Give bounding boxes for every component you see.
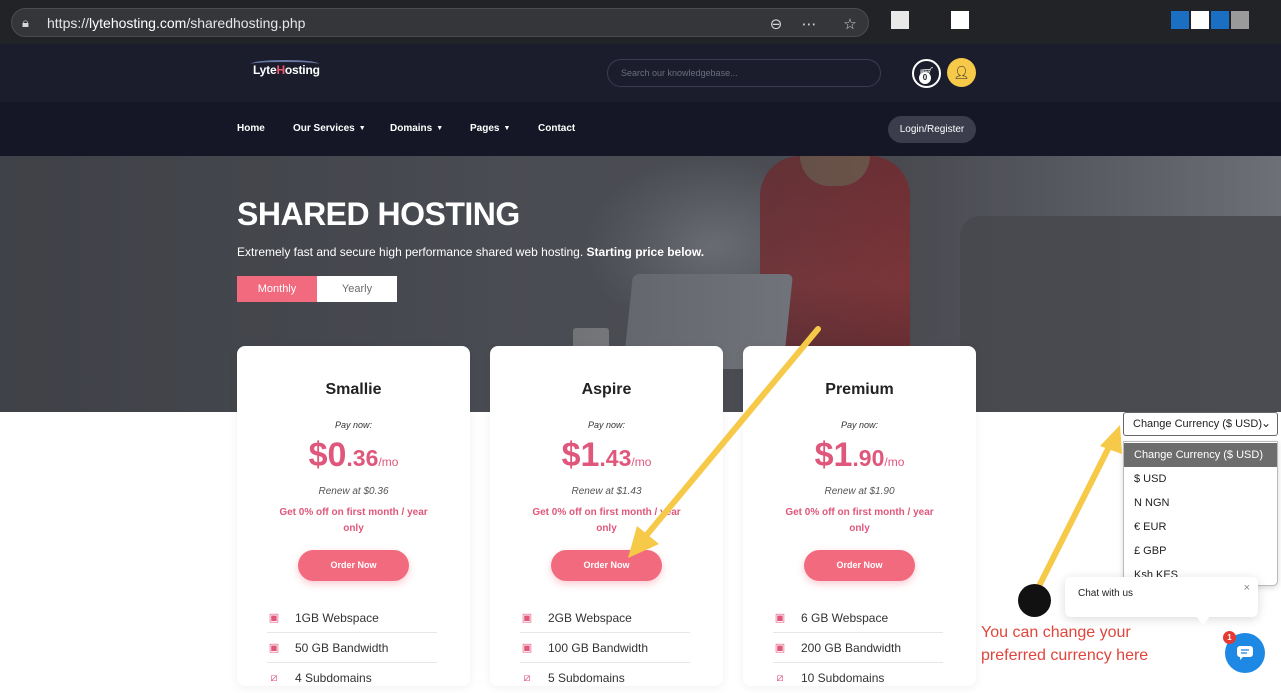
order-now-button[interactable]: Order Now [804,550,915,581]
plan-name: Smallie [325,381,382,398]
currency-option[interactable]: Change Currency ($ USD) [1124,443,1277,467]
url-text[interactable]: https://lytehosting.com/sharedhosting.ph… [47,15,305,31]
chip-icon: ▣ [774,642,786,654]
feature-item: ▣ 50 GB Bandwidth [267,633,437,663]
caret-down-icon: ▼ [503,125,511,132]
chip-icon: ▣ [521,612,533,624]
plan-name: Premium [825,381,894,398]
billing-toggle: Monthly Yearly [237,276,397,302]
chat-bubble[interactable]: Chat with us × [1065,577,1258,625]
caret-down-icon: ▼ [436,125,444,132]
extension-icon[interactable] [891,11,909,29]
nav-item-our-services[interactable]: Our Services ▼ [293,123,366,134]
login-register-button[interactable]: Login/Register [888,116,976,143]
chat-notification-badge: 1 [1223,631,1236,644]
feature-item: ▣ 6 GB Webspace [773,603,943,633]
currency-dropdown-list: Change Currency ($ USD) $ USD N NGN € EU… [1123,441,1278,586]
nav-item-home[interactable]: Home [237,123,265,134]
account-icon[interactable]: 👤︎ [947,58,976,87]
site-header: LyteHosting Search our knowledgebase... … [0,44,1281,102]
chat-label: Chat with us [1078,588,1134,599]
annotation-text: You can change your preferred currency h… [981,624,1149,664]
currency-option[interactable]: £ GBP [1124,539,1277,563]
plan-card-smallie: Smallie Pay now: $0.36/mo Renew at $0.36… [237,346,470,686]
currency-option[interactable]: $ USD [1124,467,1277,491]
plan-card-aspire: Aspire Pay now: $1.43/mo Renew at $1.43 … [490,346,723,686]
feature-item: ⧄ 5 Subdomains [520,663,690,693]
chip-icon: ▣ [521,642,533,654]
feature-item: ⧄ 4 Subdomains [267,663,437,693]
chip-icon: ▣ [268,642,280,654]
renew-price: Renew at $1.90 [824,486,895,497]
hero-subtitle: Extremely fast and secure high performan… [237,245,705,259]
star-icon[interactable]: ☆ [841,15,859,33]
nav-item-pages[interactable]: Pages ▼ [470,123,510,134]
chat-bubble-tail [1195,615,1211,625]
plan-card-premium: Premium Pay now: $1.90/mo Renew at $1.90… [743,346,976,686]
nav-item-domains[interactable]: Domains ▼ [390,123,443,134]
plan-price: $0.36/mo [308,436,399,474]
nav-item-contact[interactable]: Contact [538,123,575,134]
cart-count-badge: 0 [919,72,931,84]
currency-select[interactable]: Change Currency ($ USD) ⌄ [1123,412,1278,436]
address-bar[interactable]: 🔒︎ https://lytehosting.com/sharedhosting… [11,8,869,37]
pay-now-label: Pay now: [840,420,879,430]
pay-now-label: Pay now: [587,420,626,430]
zoom-out-icon[interactable]: ⊖ [767,15,785,33]
order-now-button[interactable]: Order Now [551,550,662,581]
knowledgebase-search-input[interactable]: Search our knowledgebase... [607,59,881,87]
extension-icon[interactable] [1171,11,1189,29]
toggle-monthly[interactable]: Monthly [237,276,317,302]
caret-down-icon: ▼ [358,125,366,132]
more-icon[interactable]: ⋯ [800,15,818,33]
feature-item: ▣ 1GB Webspace [267,603,437,633]
renew-price: Renew at $0.36 [318,486,389,497]
page-title: SHARED HOSTING [237,196,520,232]
currency-option[interactable]: N NGN [1124,491,1277,515]
chat-icon [1237,646,1253,660]
promo-text: Get 0% off on first month / year only [279,507,428,534]
renew-price: Renew at $1.43 [571,486,642,497]
extension-icon[interactable] [1191,11,1209,29]
feature-item: ▣ 100 GB Bandwidth [520,633,690,663]
extension-icon[interactable] [1231,11,1249,29]
link-icon: ⧄ [523,672,531,684]
main-nav: Home Our Services ▼ Domains ▼ Pages ▼ Conta… [0,102,1281,156]
chip-icon: ▣ [268,612,280,624]
plan-name: Aspire [581,381,632,398]
link-icon: ⧄ [776,672,784,684]
browser-toolbar: 🔒︎ https://lytehosting.com/sharedhosting… [0,0,1281,44]
feature-item: ▣ 2GB Webspace [520,603,690,633]
extension-icon[interactable] [1211,11,1229,29]
chat-avatar[interactable] [1018,584,1051,617]
close-icon[interactable]: × [1244,582,1250,594]
feature-item: ⧄ 10 Subdomains [773,663,943,693]
toggle-yearly[interactable]: Yearly [317,276,397,302]
lock-icon[interactable]: 🔒︎ [22,15,29,31]
plan-price: $1.90/mo [814,436,905,474]
extension-icon[interactable] [951,11,969,29]
feature-item: ▣ 200 GB Bandwidth [773,633,943,663]
plan-price: $1.43/mo [561,436,652,474]
promo-text: Get 0% off on first month / year only [532,507,681,534]
chevron-down-icon: ⌄ [1260,416,1271,430]
promo-text: Get 0% off on first month / year only [785,507,934,534]
currency-option[interactable]: € EUR [1124,515,1277,539]
chip-icon: ▣ [774,612,786,624]
site-logo[interactable]: LyteHosting [253,63,320,77]
order-now-button[interactable]: Order Now [298,550,409,581]
pay-now-label: Pay now: [334,420,373,430]
link-icon: ⧄ [270,672,278,684]
